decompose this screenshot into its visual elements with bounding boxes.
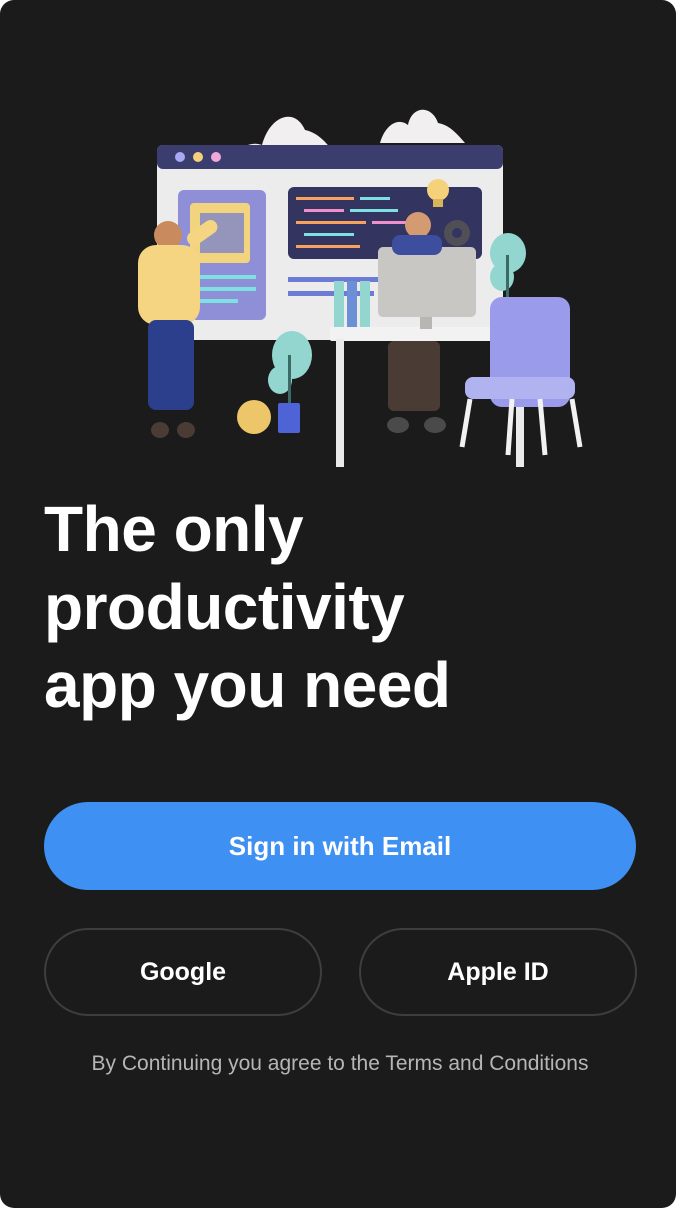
lightbulb [427, 179, 449, 201]
man-legs [388, 341, 440, 411]
headline-line-1: The only [44, 493, 304, 565]
sign-in-email-button[interactable]: Sign in with Email [44, 802, 636, 890]
google-sign-in-button[interactable]: Google [44, 928, 322, 1016]
onboarding-screen: The only productivity app you need Sign … [0, 0, 676, 1208]
man-head [405, 212, 431, 238]
headline: The only productivity app you need [44, 490, 644, 724]
woman-body [138, 245, 200, 325]
monitor [378, 247, 476, 317]
chair-seat [465, 377, 575, 399]
man-body [392, 235, 442, 255]
ball [237, 400, 271, 434]
woman-head [154, 221, 182, 249]
window-dot-2 [193, 152, 203, 162]
woman-legs [148, 320, 194, 410]
headline-line-2: productivity [44, 571, 405, 643]
cloud-right [380, 109, 465, 143]
headline-line-3: app you need [44, 649, 451, 721]
window-dot-1 [175, 152, 185, 162]
terms-text: By Continuing you agree to the Terms and… [91, 1052, 589, 1075]
office-illustration [138, 109, 583, 467]
plant-pot-left [278, 403, 300, 433]
apple-id-sign-in-button[interactable]: Apple ID [359, 928, 637, 1016]
window-dot-3 [211, 152, 221, 162]
browser-topbar [157, 145, 503, 169]
